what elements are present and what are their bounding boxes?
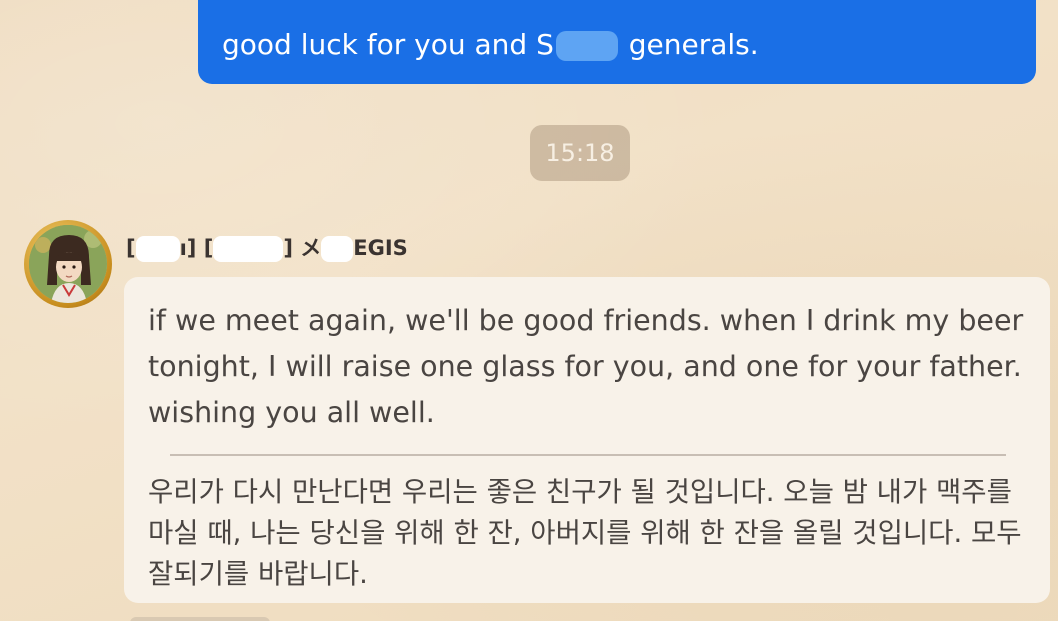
sender-name-part: [ (126, 236, 136, 260)
timestamp-badge: 15:18 (530, 125, 630, 181)
avatar-image-icon (29, 225, 107, 303)
translation-divider (170, 454, 1006, 456)
sender-name[interactable]: [ ı] [ ] メ EGIS (126, 232, 408, 262)
next-message-edge (130, 617, 270, 621)
outgoing-text-end: generals. (619, 28, 759, 61)
sender-avatar[interactable] (24, 220, 112, 308)
outgoing-text-start: good luck for you and S (222, 28, 554, 61)
incoming-message-korean: 우리가 다시 만난다면 우리는 좋은 친구가 될 것입니다. 오늘 밤 내가 맥… (148, 476, 1022, 590)
redaction-mark (555, 31, 618, 61)
outgoing-message-text: good luck for you and S generals. (222, 28, 759, 61)
redaction-mark (135, 236, 180, 262)
sender-name-part: ] メ (283, 236, 322, 260)
anime-girl-portrait-icon (29, 225, 107, 303)
redaction-mark (213, 236, 284, 262)
sender-name-part: EGIS (353, 236, 408, 260)
incoming-message-english: if we meet again, we'll be good friends.… (148, 304, 1024, 429)
sender-name-part: ı] [ (179, 236, 214, 260)
redaction-mark (321, 236, 354, 262)
